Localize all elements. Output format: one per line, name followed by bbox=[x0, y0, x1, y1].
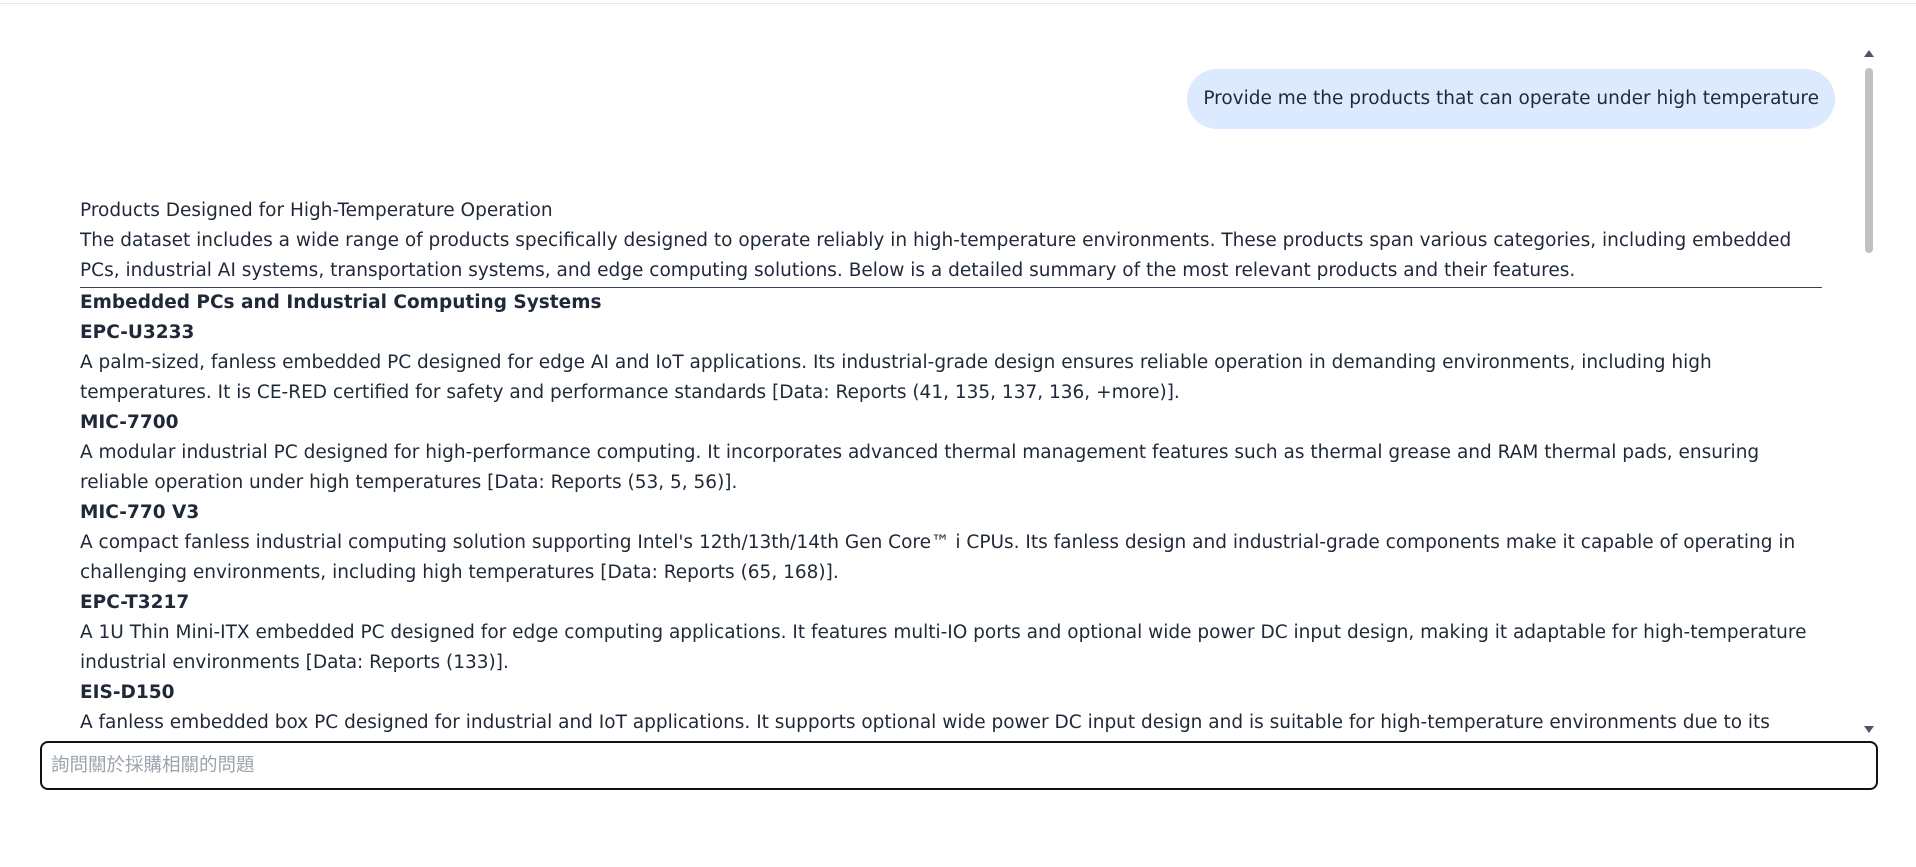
question-input[interactable] bbox=[40, 741, 1878, 790]
product-name: MIC-7700 bbox=[80, 412, 179, 433]
user-message-text: Provide me the products that can operate… bbox=[1203, 88, 1819, 109]
product-description: A 1U Thin Mini-ITX embedded PC designed … bbox=[80, 622, 1807, 673]
user-message-bubble: Provide me the products that can operate… bbox=[1187, 69, 1835, 129]
product-description: A compact fanless industrial computing s… bbox=[80, 532, 1796, 583]
answer-title: Products Designed for High-Temperature O… bbox=[80, 200, 553, 221]
scroll-up-arrow-icon[interactable] bbox=[1864, 50, 1874, 57]
answer-intro: The dataset includes a wide range of pro… bbox=[80, 226, 1822, 288]
product-description: A palm-sized, fanless embedded PC design… bbox=[80, 352, 1712, 403]
scrollbar-thumb[interactable] bbox=[1865, 68, 1873, 253]
chat-scrollbar[interactable] bbox=[1862, 50, 1876, 733]
scroll-down-arrow-icon[interactable] bbox=[1864, 726, 1874, 733]
chat-history[interactable]: Provide me the products that can operate… bbox=[40, 50, 1865, 733]
product-name: EIS-D150 bbox=[80, 682, 175, 703]
product-description: A fanless embedded box PC designed for i… bbox=[80, 712, 1770, 733]
assistant-answer: Products Designed for High-Temperature O… bbox=[80, 196, 1822, 733]
top-divider bbox=[0, 3, 1916, 4]
product-name: EPC-U3233 bbox=[80, 322, 195, 343]
product-name: MIC-770 V3 bbox=[80, 502, 200, 523]
product-name: EPC-T3217 bbox=[80, 592, 190, 613]
section-heading: Embedded PCs and Industrial Computing Sy… bbox=[80, 292, 602, 313]
product-description: A modular industrial PC designed for hig… bbox=[80, 442, 1760, 493]
